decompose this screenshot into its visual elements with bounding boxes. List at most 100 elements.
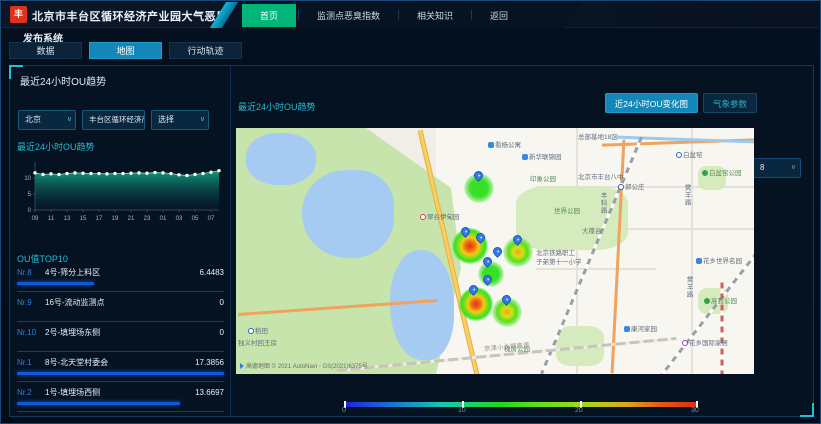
- svg-text:05: 05: [192, 216, 199, 222]
- nav-separator: [398, 10, 399, 20]
- top-list-item[interactable]: Nr.8 4号-筛分上料区 6.4483: [17, 262, 224, 292]
- value-bar: [17, 402, 180, 405]
- map-place-label: 郭公庄: [618, 184, 645, 192]
- tab-track[interactable]: 行动轨迹: [169, 42, 242, 59]
- map-place-label: 白盆窑: [676, 152, 703, 160]
- map-place-label: 印象公园: [530, 176, 556, 184]
- map-place-label: 樊羊路: [682, 184, 690, 207]
- station-name: 1号-填埋场西侧: [45, 387, 195, 398]
- map-place-label: 稻田: [248, 328, 268, 336]
- header: 丰 北京市丰台区循环经济产业园大气恶臭状况实时 首页 监测点恶臭指数 相关知识 …: [2, 2, 819, 28]
- map-place-label: 花乡国际家居: [682, 340, 728, 348]
- chevron-down-icon: ∨: [136, 111, 141, 129]
- colorbar-label: 20: [575, 407, 583, 414]
- city-select-value: 北京: [25, 115, 41, 124]
- nav-item-back[interactable]: 返回: [474, 5, 524, 26]
- map-place-label: 子弟第十一小学: [536, 259, 582, 267]
- svg-text:07: 07: [208, 216, 215, 222]
- view-tabs: 数据 地图 行动轨迹: [9, 42, 242, 59]
- svg-text:15: 15: [80, 216, 87, 222]
- metro-poi-icon: [618, 184, 624, 190]
- svg-text:13: 13: [64, 216, 71, 222]
- svg-text:0: 0: [28, 208, 32, 214]
- main-panel: 最近24小时OU趋势 北京 ∨ 丰台区循环经济产 ∨ 选择 ∨ 最近24小时OU…: [9, 65, 814, 417]
- top-list-item[interactable]: Nr.2 1号-填埋场西侧 13.6697: [17, 382, 224, 412]
- map-place-label: 世界公园: [554, 208, 580, 216]
- rank-label: Nr.8: [17, 268, 45, 277]
- ou-change-map-button[interactable]: 近24小时OU变化图: [605, 93, 698, 113]
- station-number-select[interactable]: 8 ∨: [751, 158, 801, 178]
- blue-poi-icon: [522, 154, 528, 160]
- ou-value: 0: [220, 298, 224, 307]
- nav-separator: [298, 10, 299, 20]
- svg-text:19: 19: [112, 216, 119, 222]
- map-place-label: 独义村回王房: [238, 340, 277, 348]
- map-place-label: 花乡世界名园: [696, 258, 742, 266]
- app-root: 丰 北京市丰台区循环经济产业园大气恶臭状况实时 首页 监测点恶臭指数 相关知识 …: [0, 0, 821, 424]
- nav-separator: [471, 10, 472, 20]
- chevron-down-icon: ∨: [200, 111, 205, 129]
- map-place-label: 北京市丰台八中: [578, 174, 624, 182]
- ou-value: 17.3856: [195, 358, 224, 367]
- value-bar: [17, 372, 224, 375]
- station-name: 4号-筛分上料区: [45, 267, 200, 278]
- top-list-item[interactable]: Nr.10 2号-填埋场东侧 0: [17, 322, 224, 352]
- station-filter-value: 选择: [158, 115, 174, 124]
- top-list-item[interactable]: Nr.1 8号-北天堂村委会 17.3856: [17, 352, 224, 382]
- nav-item-home[interactable]: 首页: [242, 4, 296, 27]
- district-select[interactable]: 丰台区循环经济产 ∨: [82, 110, 145, 130]
- map-place-label: 樊羊路: [684, 276, 692, 299]
- map-canvas[interactable]: 看杨公寓 总部基地18区新华联锦园印象公园 北京市丰台八中世界公园 郭公庄 白盆窑白盆窑…: [236, 128, 754, 374]
- top-list-item[interactable]: Nr.9 16号-流动监测点 0: [17, 292, 224, 322]
- red-poi-icon: [420, 214, 426, 220]
- map-park-area: [516, 186, 628, 250]
- colorbar-label: 10: [458, 407, 466, 414]
- tab-data[interactable]: 数据: [9, 42, 82, 59]
- map-place-label: 大葆台: [582, 228, 602, 236]
- svg-text:03: 03: [176, 216, 183, 222]
- blue-poi-icon: [696, 258, 702, 264]
- city-select[interactable]: 北京 ∨: [18, 110, 76, 130]
- map-place-label: 新华联锦园: [522, 154, 562, 162]
- map-water: [390, 250, 454, 360]
- map-place-label: 丰科路: [598, 192, 606, 215]
- amap-logo-icon: [240, 363, 244, 369]
- colorbar-label: 0: [342, 407, 346, 414]
- nav-item-knowledge[interactable]: 相关知识: [401, 5, 469, 26]
- map-place-label: 看杨公寓: [488, 142, 521, 150]
- tab-map[interactable]: 地图: [89, 42, 162, 59]
- rank-label: Nr.2: [17, 388, 45, 397]
- weather-params-button[interactable]: 气象参数: [703, 93, 757, 113]
- svg-text:01: 01: [160, 216, 167, 222]
- blue-poi-icon: [488, 142, 494, 148]
- metro2-poi-icon: [682, 340, 688, 346]
- rank-label: Nr.9: [17, 298, 45, 307]
- map-place-label: 康河家园: [624, 326, 657, 334]
- map-place-label: 北京铁路职工: [536, 250, 575, 258]
- station-name: 2号-填埋场东侧: [45, 327, 220, 338]
- rank-label: Nr.1: [17, 358, 45, 367]
- svg-text:21: 21: [128, 216, 135, 222]
- station-filter-select[interactable]: 选择 ∨: [151, 110, 209, 130]
- map-place-label: 白盆窑公园: [702, 170, 742, 178]
- attribution-text: 高德地图 © 2021 AutoNavi - GS(2021)6375号: [246, 364, 368, 370]
- station-name: 16号-流动监测点: [45, 297, 220, 308]
- svg-text:09: 09: [32, 216, 39, 222]
- map-water: [302, 170, 394, 258]
- metro-poi-icon: [248, 328, 254, 334]
- map-attribution: 高德地图 © 2021 AutoNavi - GS(2021)6375号: [240, 361, 368, 370]
- heat-blob: [478, 261, 504, 287]
- svg-text:5: 5: [28, 192, 32, 198]
- ou-value: 0: [220, 328, 224, 337]
- map-place-label: 总部基地18区: [578, 134, 618, 142]
- nav-item-odor-index[interactable]: 监测点恶臭指数: [301, 5, 396, 26]
- left-sidebar: 北京 ∨ 丰台区循环经济产 ∨ 选择 ∨ 最近24小时OU趋势 05100911…: [10, 66, 231, 416]
- map-street: [536, 268, 656, 270]
- svg-text:17: 17: [96, 216, 103, 222]
- map-place-label: 翠谷伊甸园: [420, 214, 460, 222]
- station-number-value: 8: [760, 163, 764, 172]
- map-place-label: 高鑫公园: [704, 298, 737, 306]
- value-bar: [17, 282, 94, 285]
- park-poi-icon: [702, 170, 708, 176]
- heat-colorbar: [344, 402, 698, 407]
